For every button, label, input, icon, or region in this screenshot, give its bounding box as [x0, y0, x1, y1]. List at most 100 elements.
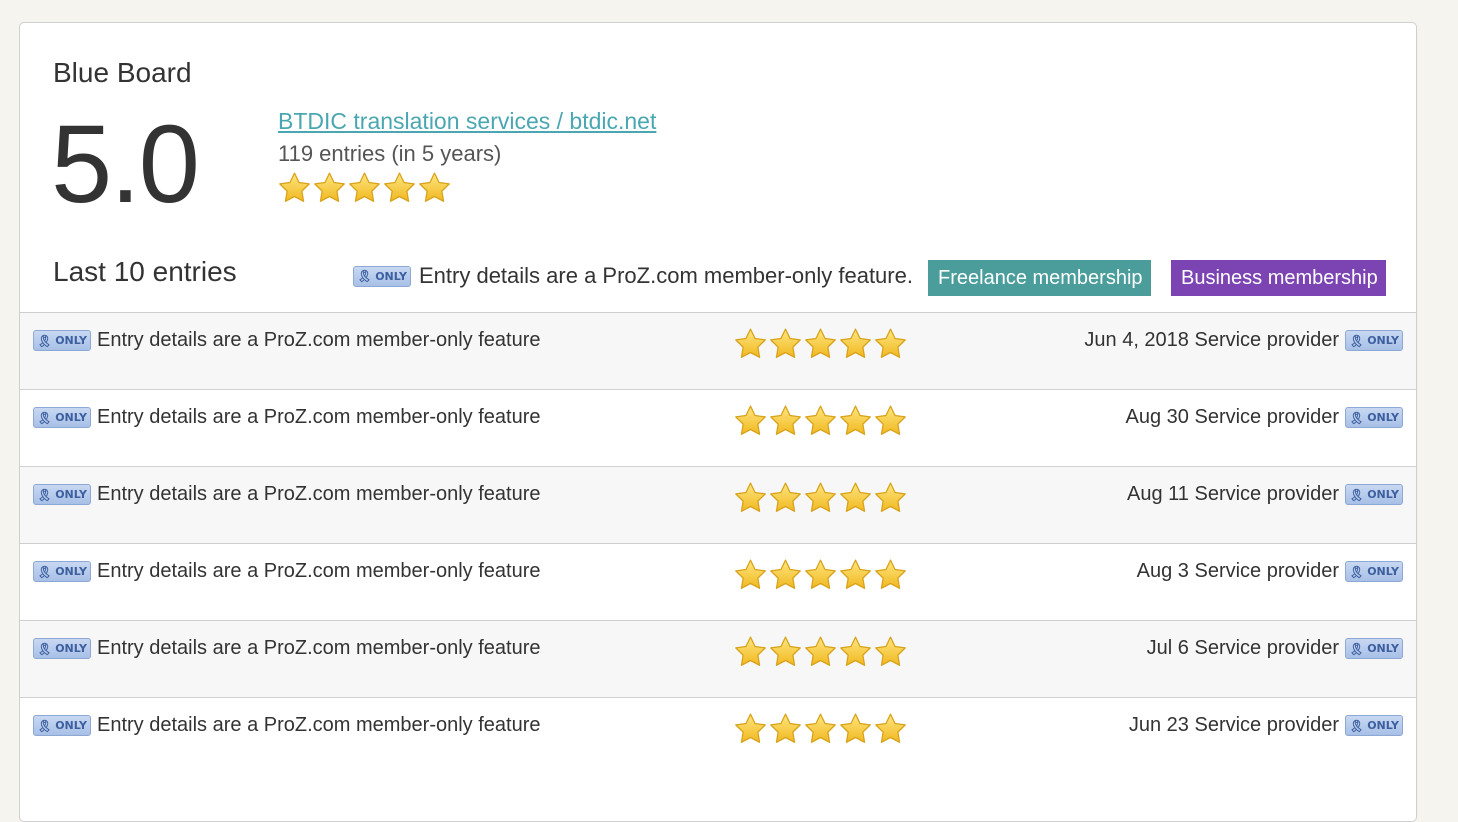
entry-row: 🎗︎ ONLY Entry details are a ProZ.com membe…: [20, 389, 1416, 466]
member-only-badge: 🎗︎ ONLY: [33, 715, 91, 736]
star-icon: [733, 558, 768, 592]
entry-date: Aug 3: [1136, 560, 1189, 582]
star-icon: [803, 404, 838, 438]
entry-meta: Aug 30 Service provider 🎗︎ ONLY: [1126, 406, 1403, 429]
star-icon: [873, 327, 908, 361]
summary-rating-stars: [277, 171, 452, 205]
entry-meta: Jun 23 Service provider 🎗︎ ONLY: [1129, 714, 1403, 737]
member-only-badge: 🎗︎ ONLY: [1345, 561, 1403, 582]
entry-rating-stars: [733, 635, 908, 669]
ribbon-icon: 🎗︎: [1348, 564, 1365, 579]
star-icon: [768, 481, 803, 515]
entry-details: 🎗︎ ONLY Entry details are a ProZ.com membe…: [33, 329, 541, 352]
entry-date: Jun 23: [1128, 714, 1189, 736]
ribbon-icon: 🎗︎: [1348, 718, 1365, 733]
ribbon-icon: 🎗︎: [36, 641, 53, 656]
notice-text: Entry details are a ProZ.com member-only…: [419, 263, 913, 288]
star-icon: [838, 635, 873, 669]
star-icon: [873, 558, 908, 592]
star-icon: [277, 171, 312, 205]
member-only-badge: 🎗︎ ONLY: [1345, 484, 1403, 505]
entry-role: Service provider: [1194, 560, 1339, 582]
business-membership-button[interactable]: Business membership: [1171, 260, 1386, 296]
entry-role: Service provider: [1194, 637, 1339, 659]
entry-text: Entry details are a ProZ.com member-only…: [97, 637, 541, 659]
star-icon: [838, 712, 873, 746]
ribbon-icon: 🎗︎: [1348, 641, 1365, 656]
entry-meta: Jul 6 Service provider 🎗︎ ONLY: [1147, 637, 1403, 660]
star-icon: [733, 712, 768, 746]
entry-role: Service provider: [1194, 329, 1339, 351]
star-icon: [838, 558, 873, 592]
entry-rating-stars: [733, 327, 908, 361]
entry-date: Aug 30: [1125, 406, 1189, 428]
entry-rating-stars: [733, 481, 908, 515]
ribbon-icon: 🎗︎: [36, 410, 53, 425]
entry-row: 🎗︎ ONLY Entry details are a ProZ.com membe…: [20, 697, 1416, 774]
entry-meta: Jun 4, 2018 Service provider 🎗︎ ONLY: [1084, 329, 1403, 352]
entry-text: Entry details are a ProZ.com member-only…: [97, 406, 541, 428]
entry-text: Entry details are a ProZ.com member-only…: [97, 483, 541, 505]
member-only-badge: 🎗︎ ONLY: [33, 638, 91, 659]
entry-meta: Aug 3 Service provider 🎗︎ ONLY: [1137, 560, 1403, 583]
entry-text: Entry details are a ProZ.com member-only…: [97, 714, 541, 736]
star-icon: [838, 327, 873, 361]
star-icon: [838, 481, 873, 515]
member-only-badge: 🎗︎ ONLY: [33, 407, 91, 428]
entry-details: 🎗︎ ONLY Entry details are a ProZ.com membe…: [33, 406, 541, 429]
star-icon: [768, 558, 803, 592]
star-icon: [768, 404, 803, 438]
entry-rating-stars: [733, 558, 908, 592]
star-icon: [347, 171, 382, 205]
star-icon: [873, 712, 908, 746]
member-only-badge: 🎗︎ ONLY: [33, 561, 91, 582]
member-only-badge: 🎗︎ ONLY: [353, 265, 411, 287]
member-only-badge: 🎗︎ ONLY: [1345, 638, 1403, 659]
entry-row: 🎗︎ ONLY Entry details are a ProZ.com membe…: [20, 312, 1416, 389]
entry-rating-stars: [733, 712, 908, 746]
overall-score: 5.0: [51, 103, 200, 226]
ribbon-icon: 🎗︎: [1348, 487, 1365, 502]
entry-row: 🎗︎ ONLY Entry details are a ProZ.com membe…: [20, 620, 1416, 697]
star-icon: [803, 481, 838, 515]
entry-role: Service provider: [1194, 406, 1339, 428]
entry-date: Jun 4, 2018: [1084, 329, 1189, 351]
entry-role: Service provider: [1194, 483, 1339, 505]
star-icon: [733, 481, 768, 515]
ribbon-icon: 🎗︎: [1348, 410, 1365, 425]
entry-date: Aug 11: [1127, 483, 1189, 505]
star-icon: [873, 635, 908, 669]
freelance-membership-button[interactable]: Freelance membership: [928, 260, 1151, 296]
star-icon: [873, 404, 908, 438]
star-icon: [768, 635, 803, 669]
entry-meta: Aug 11 Service provider 🎗︎ ONLY: [1127, 483, 1403, 506]
star-icon: [873, 481, 908, 515]
member-only-badge: 🎗︎ ONLY: [33, 330, 91, 351]
ribbon-icon: 🎗︎: [36, 487, 53, 502]
star-icon: [312, 171, 347, 205]
entry-text: Entry details are a ProZ.com member-only…: [97, 560, 541, 582]
star-icon: [803, 558, 838, 592]
entry-text: Entry details are a ProZ.com member-only…: [97, 329, 541, 351]
entries-list: 🎗︎ ONLY Entry details are a ProZ.com membe…: [20, 312, 1416, 774]
star-icon: [838, 404, 873, 438]
ribbon-icon: 🎗︎: [1348, 333, 1365, 348]
star-icon: [382, 171, 417, 205]
entry-date: Jul 6: [1146, 637, 1189, 659]
entry-details: 🎗︎ ONLY Entry details are a ProZ.com membe…: [33, 560, 541, 583]
star-icon: [803, 635, 838, 669]
entry-row: 🎗︎ ONLY Entry details are a ProZ.com membe…: [20, 543, 1416, 620]
entry-row: 🎗︎ ONLY Entry details are a ProZ.com membe…: [20, 466, 1416, 543]
provider-link[interactable]: BTDIC translation services / btdic.net: [278, 108, 656, 135]
ribbon-icon: 🎗︎: [36, 718, 53, 733]
member-only-notice: 🎗︎ ONLY Entry details are a ProZ.com mem…: [353, 263, 913, 289]
board-title: Blue Board: [53, 57, 192, 88]
entry-details: 🎗︎ ONLY Entry details are a ProZ.com membe…: [33, 714, 541, 737]
star-icon: [733, 404, 768, 438]
ribbon-icon: 🎗︎: [356, 269, 373, 283]
member-only-badge: 🎗︎ ONLY: [1345, 715, 1403, 736]
entry-role: Service provider: [1194, 714, 1339, 736]
blue-board-card: Blue Board 5.0 BTDIC translation service…: [19, 22, 1417, 822]
member-only-badge: 🎗︎ ONLY: [1345, 407, 1403, 428]
entry-details: 🎗︎ ONLY Entry details are a ProZ.com membe…: [33, 637, 541, 660]
